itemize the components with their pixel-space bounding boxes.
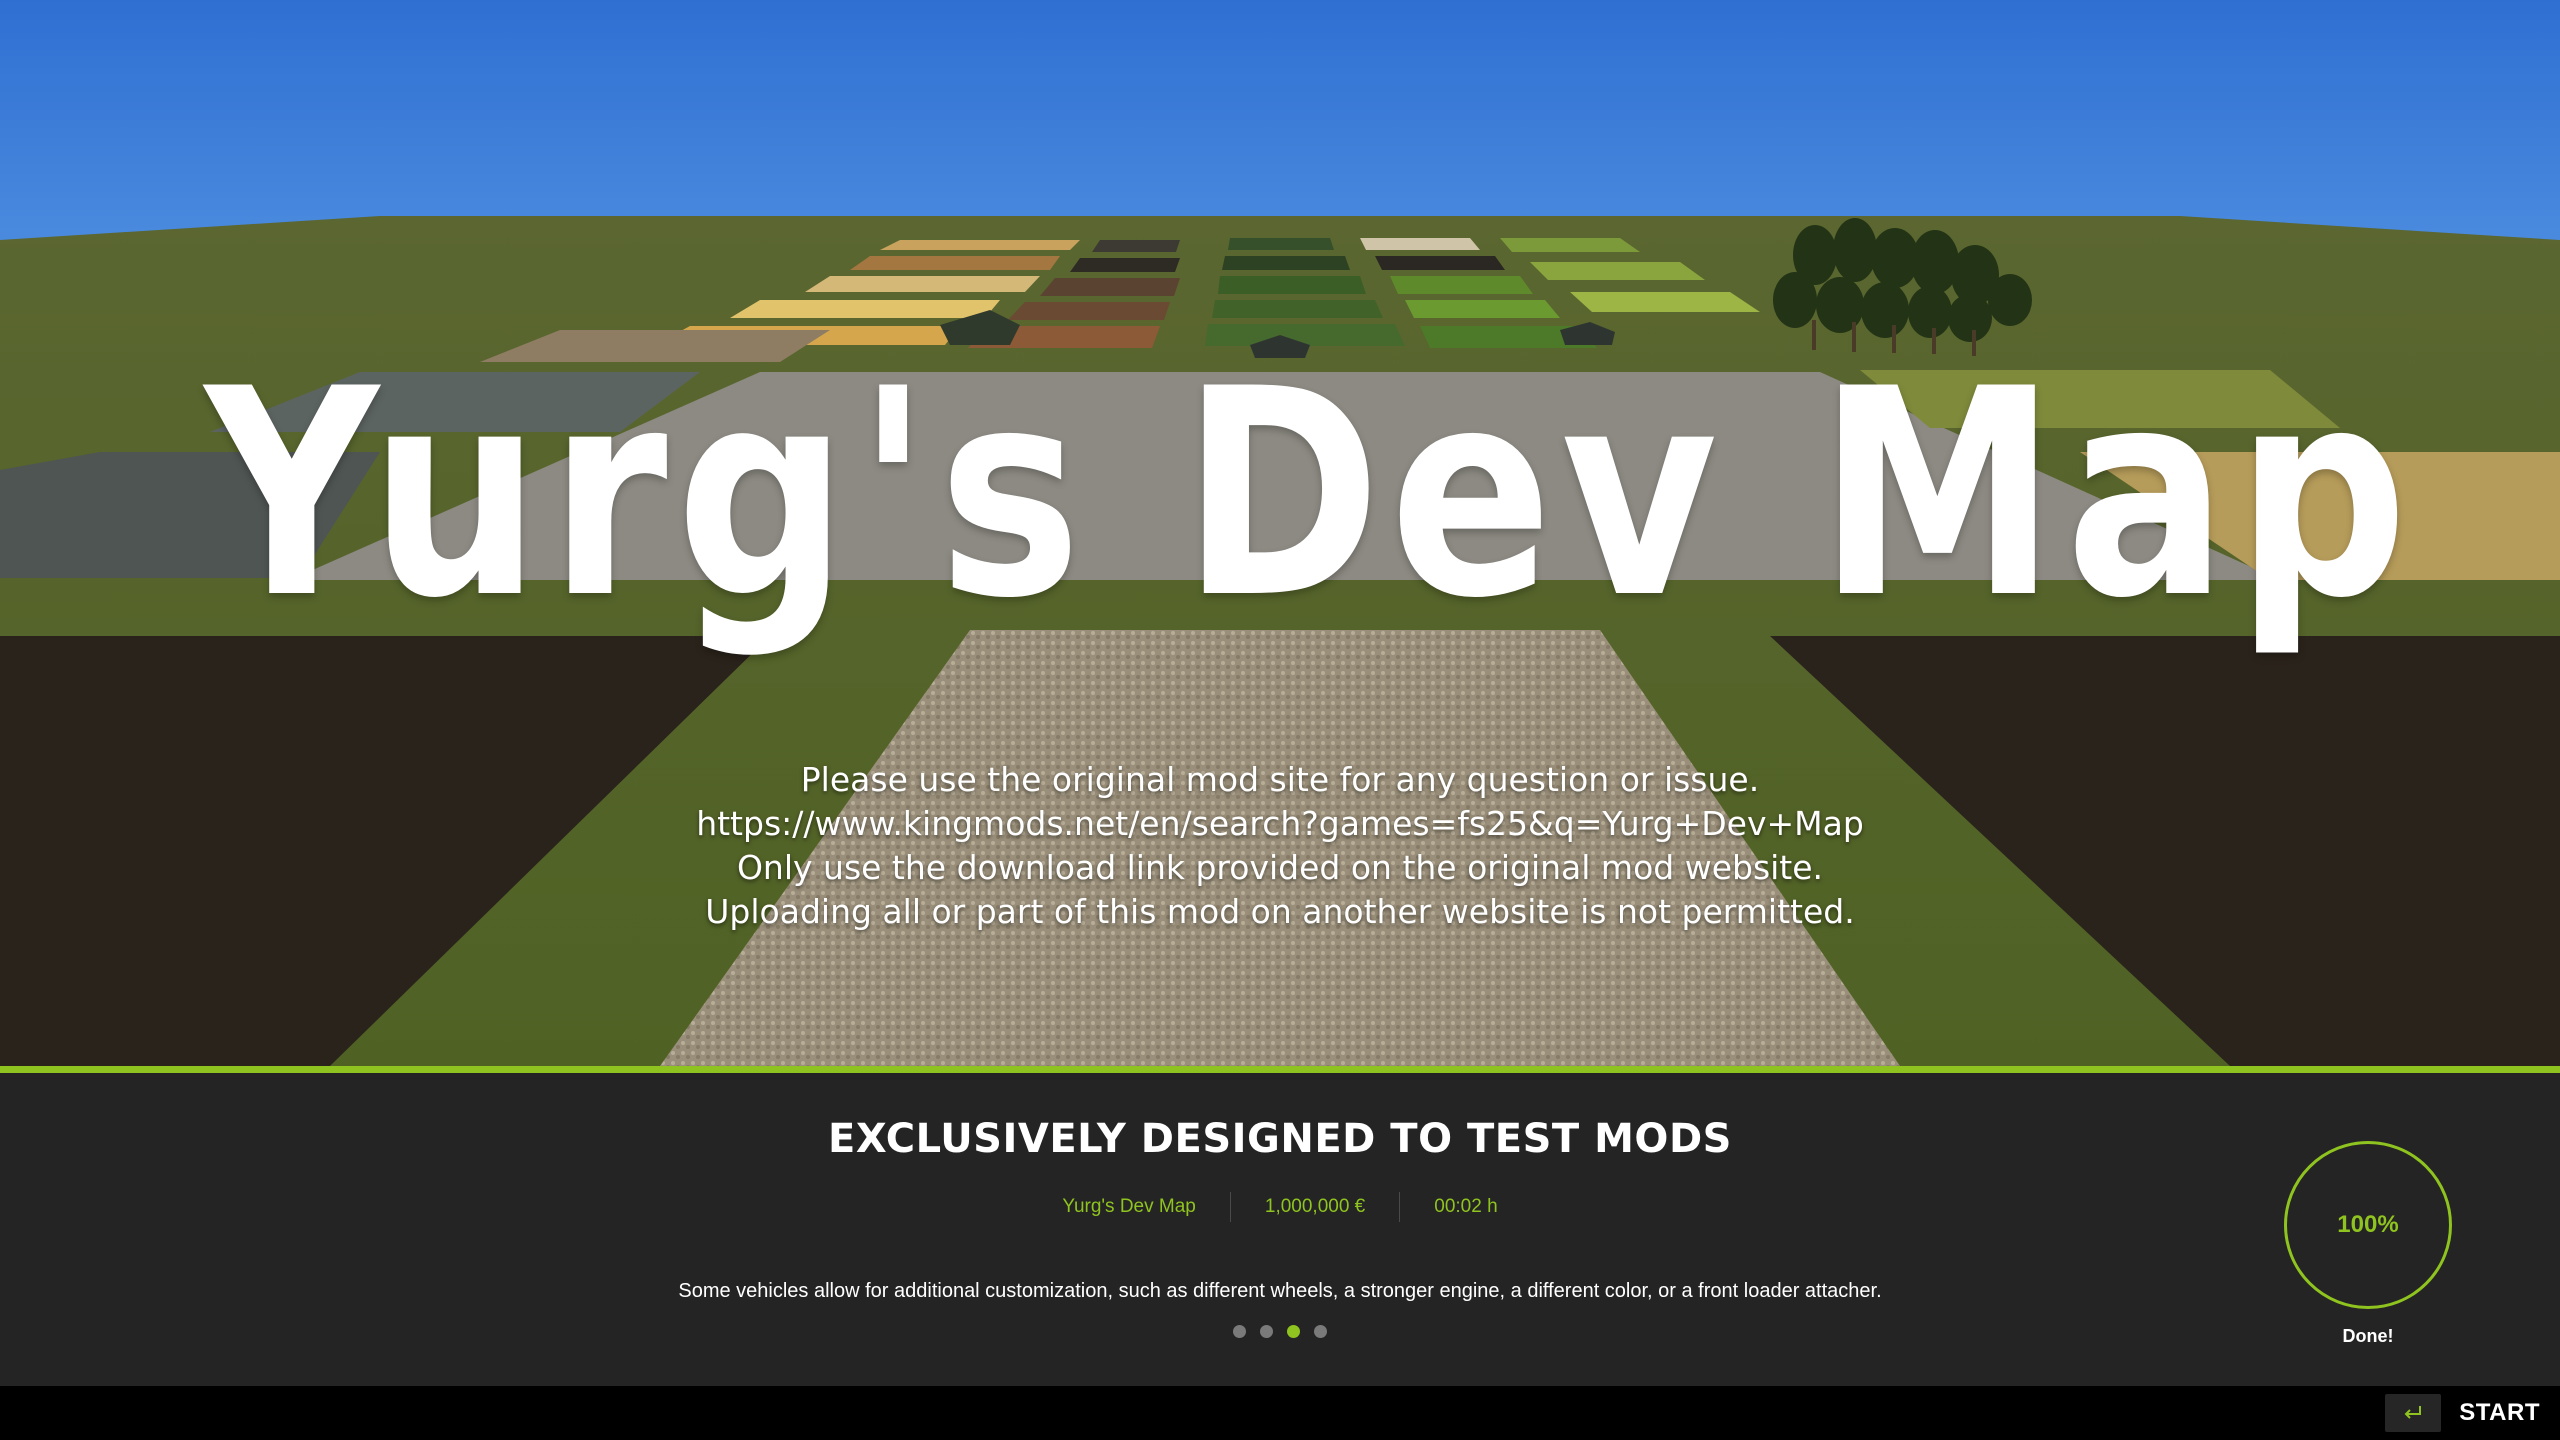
- progress-percent: 100%: [2337, 1211, 2399, 1238]
- tip-page-dot[interactable]: [1260, 1325, 1273, 1338]
- notice-line: Please use the original mod site for any…: [800, 760, 1760, 799]
- savegame-meta: Yurg's Dev Map 1,000,000 € 00:02 h: [0, 1192, 2560, 1222]
- loading-headline: EXCLUSIVELY DESIGNED TO TEST MODS: [828, 1116, 1732, 1162]
- tip-page-dot[interactable]: [1233, 1325, 1246, 1338]
- enter-key-icon: [2385, 1394, 2442, 1432]
- notice-url-line: https://www.kingmods.net/en/search?games…: [696, 804, 1864, 843]
- accent-divider: [0, 1066, 2560, 1073]
- mod-notice: Please use the original mod site for any…: [0, 758, 2560, 934]
- start-label: START: [2459, 1399, 2540, 1426]
- bottom-button-bar: START: [0, 1386, 2560, 1440]
- start-button[interactable]: START: [2385, 1394, 2540, 1432]
- meta-map-name: Yurg's Dev Map: [1062, 1196, 1196, 1217]
- tip-page-indicator: [0, 1325, 2560, 1338]
- notice-line: Only use the download link provided on t…: [736, 848, 1824, 887]
- tip-page-dot[interactable]: [1314, 1325, 1327, 1338]
- progress-status: Done!: [2342, 1326, 2394, 1346]
- loading-tip: Some vehicles allow for additional custo…: [678, 1280, 1882, 1302]
- meta-money: 1,000,000 €: [1264, 1196, 1366, 1217]
- tip-page-dot-active[interactable]: [1287, 1325, 1300, 1338]
- meta-play-time: 00:02 h: [1434, 1196, 1498, 1217]
- notice-line: Uploading all or part of this mod on ano…: [705, 892, 1855, 931]
- loading-progress-ring: 100%: [2284, 1141, 2452, 1309]
- map-title: Yurg's Dev Map: [204, 329, 2417, 661]
